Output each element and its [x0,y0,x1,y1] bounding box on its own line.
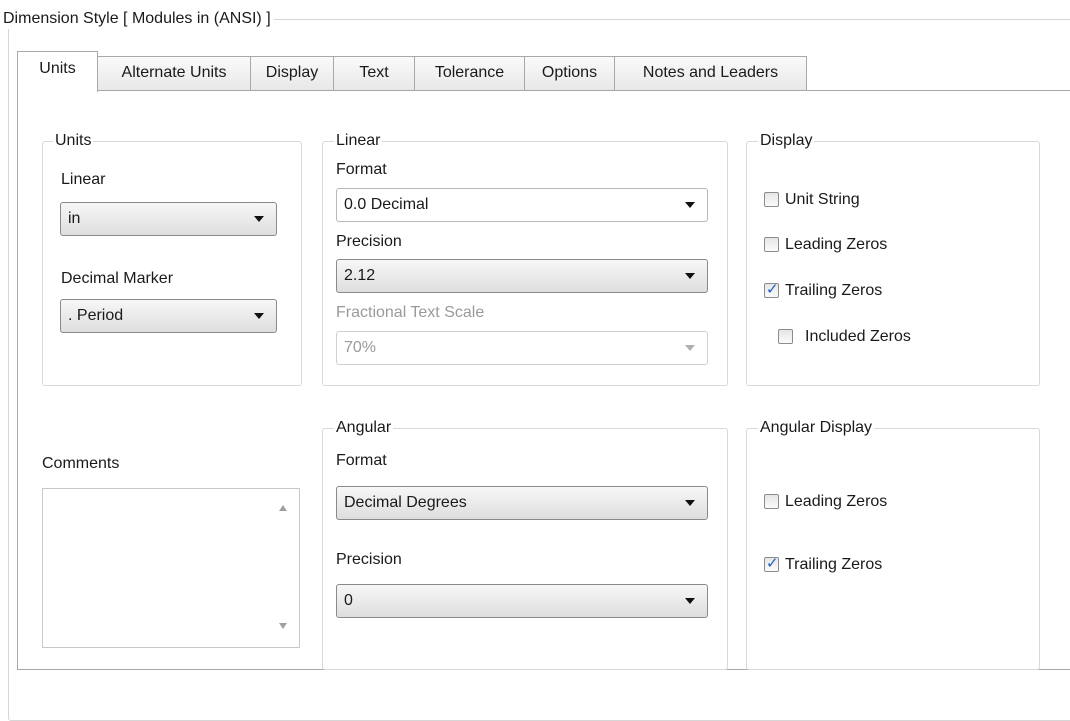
tab-display[interactable]: Display [250,56,334,90]
fractional-text-scale-label: Fractional Text Scale [336,304,485,321]
decimal-marker-label: Decimal Marker [61,270,174,287]
linear-group-title: Linear [334,131,383,151]
angular-precision-value: 0 [344,592,353,609]
trailing-zeros-label: Trailing Zeros [785,282,883,299]
linear-unit-value: in [68,210,81,227]
linear-format-value: 0.0 Decimal [344,196,429,213]
checkbox-box[interactable] [778,329,793,344]
unit-string-checkbox[interactable]: Unit String [764,190,964,210]
scroll-up-icon[interactable] [279,505,287,511]
angular-format-select[interactable]: Decimal Degrees [336,486,708,520]
included-zeros-checkbox[interactable]: Included Zeros [778,327,978,347]
angular-precision-select[interactable]: 0 [336,584,708,618]
chevron-down-icon [685,598,695,604]
decimal-marker-value: . Period [68,307,124,324]
frame-title: Dimension Style [ Modules in (ANSI) ] [0,9,274,29]
angular-format-value: Decimal Degrees [344,494,467,511]
angular-display-group-title: Angular Display [758,418,875,438]
checkbox-box[interactable] [764,192,779,207]
comments-label: Comments [42,455,120,472]
scroll-down-icon[interactable] [279,623,287,629]
chevron-down-icon [685,500,695,506]
linear-precision-value: 2.12 [344,267,376,284]
chevron-down-icon [254,216,264,222]
tab-units[interactable]: Units [17,51,98,92]
linear-format-select[interactable]: 0.0 Decimal [336,188,708,222]
angular-precision-label: Precision [336,551,402,568]
units-group-title: Units [53,131,94,151]
leading-zeros-checkbox[interactable]: Leading Zeros [764,235,964,255]
angular-group-title: Angular [334,418,394,438]
checkbox-box[interactable] [764,494,779,509]
angular-leading-zeros-checkbox[interactable]: Leading Zeros [764,492,964,512]
leading-zeros-label: Leading Zeros [785,236,888,253]
tab-alternate-units[interactable]: Alternate Units [97,56,251,90]
angular-trailing-zeros-checkbox[interactable]: ✓ Trailing Zeros [764,555,964,575]
tab-options[interactable]: Options [524,56,615,90]
fractional-text-scale-select[interactable]: 70% [336,331,708,365]
checkbox-box[interactable]: ✓ [764,281,779,298]
checkmark-icon: ✓ [766,281,779,298]
checkmark-icon: ✓ [766,555,779,572]
angular-display-group [746,428,1040,670]
angular-trailing-zeros-label: Trailing Zeros [785,556,883,573]
decimal-marker-select[interactable]: . Period [60,299,277,333]
checkbox-box[interactable]: ✓ [764,555,779,572]
unit-string-label: Unit String [785,191,860,208]
linear-unit-label: Linear [61,171,106,188]
tab-tolerance[interactable]: Tolerance [414,56,525,90]
checkbox-box[interactable] [764,237,779,252]
display-group [746,141,1040,386]
angular-leading-zeros-label: Leading Zeros [785,493,888,510]
chevron-down-icon [685,202,695,208]
comments-textarea[interactable] [42,488,300,648]
included-zeros-label: Included Zeros [805,328,911,345]
linear-format-label: Format [336,161,387,178]
linear-precision-label: Precision [336,233,402,250]
angular-format-label: Format [336,452,387,469]
chevron-down-icon [254,313,264,319]
tab-text[interactable]: Text [333,56,415,90]
linear-precision-select[interactable]: 2.12 [336,259,708,293]
trailing-zeros-checkbox[interactable]: ✓ Trailing Zeros [764,281,964,301]
display-group-title: Display [758,131,815,151]
chevron-down-icon [685,345,695,351]
fractional-text-scale-value: 70% [344,339,377,356]
linear-unit-select[interactable]: in [60,202,277,236]
chevron-down-icon [685,273,695,279]
tab-notes-and-leaders[interactable]: Notes and Leaders [614,56,807,90]
